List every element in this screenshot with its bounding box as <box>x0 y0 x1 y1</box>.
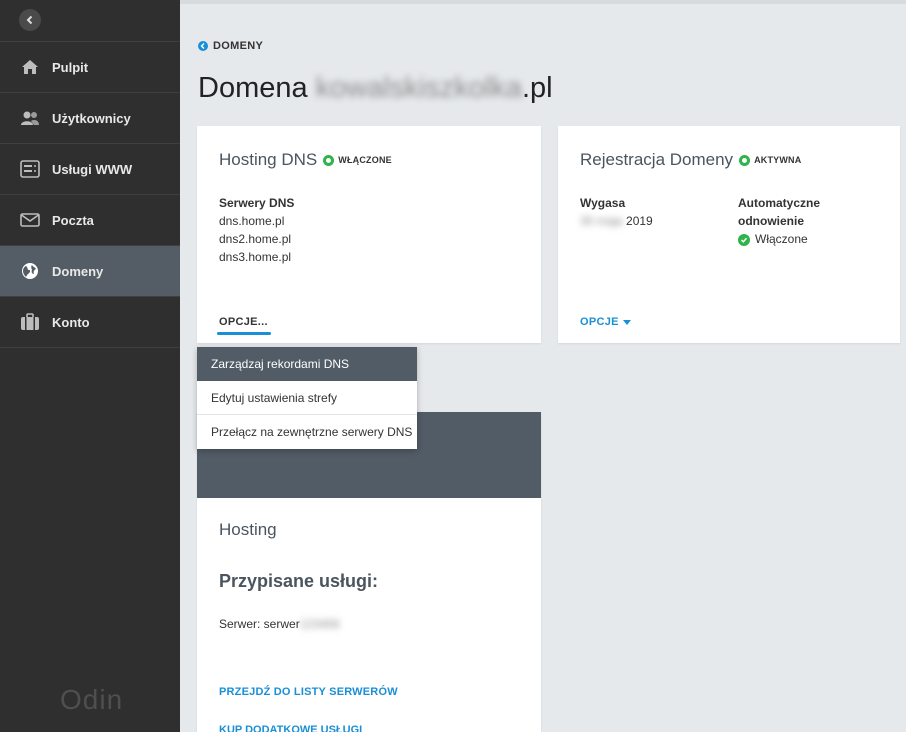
options-active-underline <box>217 332 271 335</box>
page-title: Domena kowalskiszkolka .pl <box>198 72 553 105</box>
server-icon <box>20 159 40 179</box>
dns-server-3: dns3.home.pl <box>219 250 292 264</box>
sidebar-item-uzytkownicy[interactable]: Użytkownicy <box>0 93 180 144</box>
hosting-title: Hosting <box>219 520 277 539</box>
sidebar-item-label: Pulpit <box>52 59 89 75</box>
users-icon <box>20 108 40 128</box>
sidebar-header <box>0 0 180 42</box>
briefcase-icon <box>20 312 40 332</box>
dns-server-2: dns2.home.pl <box>219 232 292 246</box>
sidebar-item-label: Użytkownicy <box>52 110 131 126</box>
status-text: WŁĄCZONE <box>338 155 392 165</box>
server-name: Serwer: serwer 123456 <box>219 617 340 631</box>
caret-down-icon <box>622 319 631 325</box>
page-title-prefix: Domena <box>198 72 316 104</box>
page-title-domain-blurred: kowalskiszkolka <box>315 72 522 104</box>
status-ring-icon <box>739 154 751 166</box>
menu-item-edit-zone-settings[interactable]: Edytuj ustawienia strefy <box>197 381 417 415</box>
domain-registration-card: Rejestracja Domeny AKTYWNA Wygasa 30 maj… <box>558 126 900 343</box>
status-badge: WŁĄCZONE <box>323 154 392 166</box>
sidebar-item-konto[interactable]: Konto <box>0 297 180 348</box>
expiry-date-blurred: 30 maja <box>580 214 627 228</box>
expiry-date: 30 maja 2019 <box>580 212 653 230</box>
reg-options-button[interactable]: OPCJE <box>580 316 631 328</box>
dns-card-title: Hosting DNS WŁĄCZONE <box>219 150 392 170</box>
breadcrumb-label: DOMENY <box>213 40 264 52</box>
auto-renew-block: Automatyczne odnowienie Włączone <box>738 194 820 248</box>
back-arrow-icon <box>198 41 208 51</box>
reg-options-label: OPCJE <box>580 316 619 328</box>
check-circle-icon <box>738 233 750 246</box>
assigned-services-heading: Przypisane usługi: <box>219 571 379 591</box>
expiry-year: 2019 <box>626 214 653 228</box>
dns-servers: Serwery DNS dns.home.pl dns2.home.pl dns… <box>219 194 294 266</box>
sidebar-item-label: Domeny <box>52 263 104 279</box>
auto-renew-status: Włączone <box>755 232 808 246</box>
server-list-link[interactable]: PRZEJDŹ DO LISTY SERWERÓW <box>219 686 398 698</box>
sidebar-item-poczta[interactable]: Poczta <box>0 195 180 246</box>
top-bar <box>180 0 906 4</box>
hosting-card: Hosting Przypisane usługi: Serwer: serwe… <box>197 412 541 732</box>
home-icon <box>20 57 40 77</box>
breadcrumb[interactable]: DOMENY <box>198 40 263 52</box>
status-text: AKTYWNA <box>754 155 802 165</box>
sidebar: Pulpit Użytkownicy Usługi WWW Poczta Dom… <box>0 0 180 732</box>
menu-item-switch-external-dns[interactable]: Przełącz na zewnętrzne serwery DNS <box>197 415 417 449</box>
dns-card-title-text: Hosting DNS <box>219 150 318 169</box>
page-title-suffix: .pl <box>521 72 553 104</box>
auto-renew-value: Włączone <box>738 230 820 248</box>
sidebar-item-label: Poczta <box>52 212 94 228</box>
server-label: Serwer: serwer <box>219 617 300 631</box>
status-badge: AKTYWNA <box>739 154 802 166</box>
odin-logo: Odin <box>60 684 124 715</box>
expiry-block: Wygasa 30 maja 2019 <box>580 194 653 230</box>
expiry-label: Wygasa <box>580 196 626 210</box>
mail-icon <box>20 210 40 230</box>
auto-renew-label-1: Automatyczne <box>738 196 821 210</box>
status-ring-icon <box>323 154 335 166</box>
sidebar-item-pulpit[interactable]: Pulpit <box>0 42 180 93</box>
sidebar-item-label: Usługi WWW <box>52 161 133 177</box>
sidebar-item-label: Konto <box>52 314 90 330</box>
menu-item-manage-dns-records[interactable]: Zarządzaj rekordami DNS <box>197 347 417 381</box>
options-dropdown-menu: Zarządzaj rekordami DNS Edytuj ustawieni… <box>197 347 417 449</box>
dns-hosting-card: Hosting DNS WŁĄCZONE Serwery DNS dns.hom… <box>197 126 541 343</box>
dns-servers-label: Serwery DNS <box>219 196 295 210</box>
collapse-sidebar-button[interactable] <box>19 9 41 31</box>
dns-server-1: dns.home.pl <box>219 214 285 228</box>
reg-card-title-text: Rejestracja Domeny <box>580 150 734 169</box>
sidebar-item-domeny[interactable]: Domeny <box>0 246 180 297</box>
dns-options-button[interactable]: OPCJE... <box>219 316 268 328</box>
sidebar-item-uslugi-www[interactable]: Usługi WWW <box>0 144 180 195</box>
server-id-blurred: 123456 <box>299 617 340 631</box>
reg-card-title: Rejestracja Domeny AKTYWNA <box>580 150 801 170</box>
auto-renew-label-2: odnowienie <box>738 214 804 228</box>
chevron-left-icon <box>26 15 33 25</box>
globe-icon <box>20 261 40 281</box>
buy-services-link[interactable]: KUP DODATKOWE USŁUGI <box>219 724 362 732</box>
